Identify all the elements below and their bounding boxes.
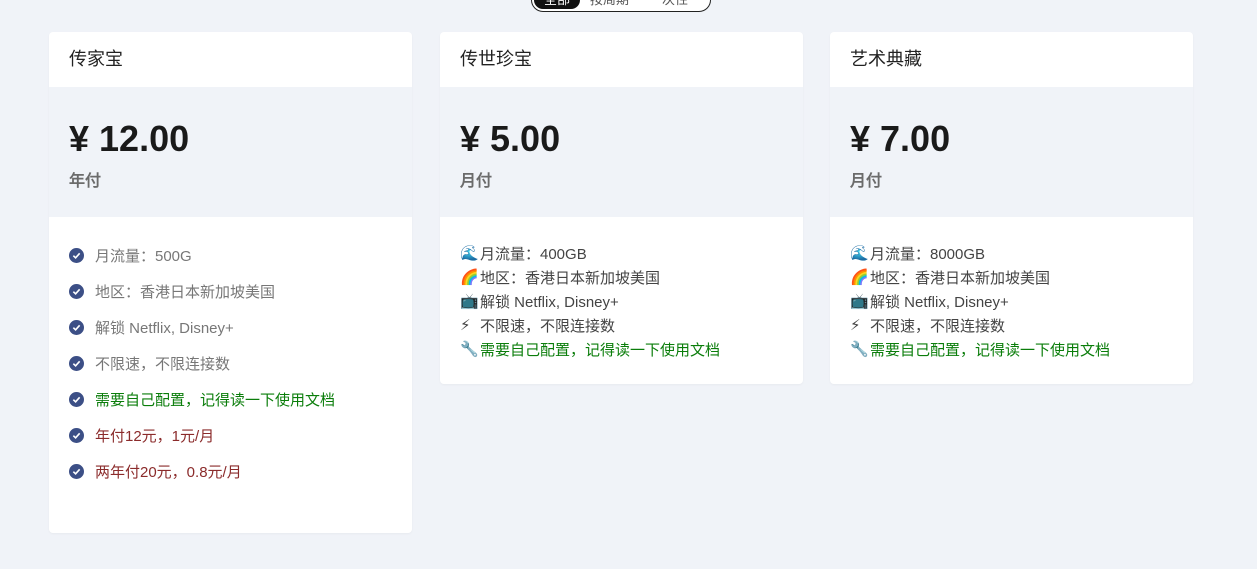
filter-all[interactable]: 全部 [534, 0, 581, 9]
feature-text: 需要自己配置，记得读一下使用文档 [480, 341, 721, 359]
feature-item: 🌈 地区：香港日本新加坡美国 [460, 265, 783, 289]
feature-text: 月流量：8000GB [870, 245, 986, 263]
feature-text: 需要自己配置，记得读一下使用文档 [95, 391, 336, 409]
lightning-icon: ⚡ [460, 317, 471, 334]
feature-item: 月流量：500G [69, 237, 392, 273]
tv-icon: 📺 [850, 293, 869, 310]
check-icon [69, 463, 84, 479]
check-icon [69, 247, 84, 263]
feature-item: 年付12元，1元/月 [69, 417, 392, 453]
feature-list: 🌊 月流量：400GB 🌈 地区：香港日本新加坡美国 📺 解锁 Netflix,… [440, 217, 803, 361]
wrench-icon: 🔧 [850, 341, 869, 358]
feature-list: 月流量：500G 地区：香港日本新加坡美国 解锁 Netflix, Disney… [49, 217, 412, 489]
feature-text: 地区：香港日本新加坡美国 [870, 269, 1051, 287]
feature-item: 不限速，不限连接数 [69, 345, 392, 381]
plan-period: 月付 [460, 173, 493, 190]
feature-text: 不限速，不限连接数 [870, 317, 1006, 335]
price-block: ¥ 12.00 年付 [49, 87, 412, 217]
feature-text: 年付12元，1元/月 [95, 427, 215, 445]
feature-text: 月流量：500G [95, 247, 192, 265]
rainbow-icon: 🌈 [850, 269, 869, 286]
feature-text: 不限速，不限连接数 [95, 355, 231, 373]
feature-text: 解锁 Netflix, Disney+ [95, 319, 234, 337]
check-icon [69, 391, 84, 407]
feature-item: 📺 解锁 Netflix, Disney+ [850, 289, 1173, 313]
wave-icon: 🌊 [850, 245, 869, 262]
feature-text: 月流量：400GB [480, 245, 587, 263]
check-icon [69, 427, 84, 443]
tv-icon: 📺 [460, 293, 479, 310]
period-filter[interactable]: 全部 按周期 一次性 [531, 0, 711, 12]
plan-title: 传世珍宝 [460, 49, 532, 69]
rainbow-icon: 🌈 [460, 269, 479, 286]
feature-item: 需要自己配置，记得读一下使用文档 [69, 381, 392, 417]
feature-text: 两年付20元，0.8元/月 [95, 463, 242, 481]
plan-price: ¥ 7.00 [850, 118, 951, 159]
price-block: ¥ 5.00 月付 [440, 87, 803, 217]
check-icon [69, 355, 84, 371]
plan-price: ¥ 12.00 [69, 118, 190, 159]
feature-item: 解锁 Netflix, Disney+ [69, 309, 392, 345]
plan-period: 月付 [850, 173, 883, 190]
feature-list: 🌊 月流量：8000GB 🌈 地区：香港日本新加坡美国 📺 解锁 Netflix… [830, 217, 1193, 361]
feature-item: 🔧 需要自己配置，记得读一下使用文档 [850, 337, 1173, 361]
price-block: ¥ 7.00 月付 [830, 87, 1193, 217]
plan-card[interactable]: 传世珍宝 ¥ 5.00 月付 🌊 月流量：400GB 🌈 地区：香港日本新加坡美… [440, 32, 803, 384]
plan-price: ¥ 5.00 [460, 118, 561, 159]
plan-title: 传家宝 [69, 49, 123, 69]
feature-text: 解锁 Netflix, Disney+ [870, 293, 1009, 311]
feature-item: 🌊 月流量：8000GB [850, 241, 1173, 265]
feature-item: 地区：香港日本新加坡美国 [69, 273, 392, 309]
feature-text: 地区：香港日本新加坡美国 [480, 269, 661, 287]
check-icon [69, 319, 84, 335]
feature-item: 两年付20元，0.8元/月 [69, 453, 392, 489]
feature-item: 🌊 月流量：400GB [460, 241, 783, 265]
feature-text: 地区：香港日本新加坡美国 [95, 283, 276, 301]
feature-text: 解锁 Netflix, Disney+ [480, 293, 619, 311]
plan-period: 年付 [69, 173, 102, 190]
plan-title: 艺术典藏 [850, 49, 922, 69]
filter-onetime[interactable]: 一次性 [639, 0, 698, 9]
filter-periodic[interactable]: 按周期 [580, 0, 639, 9]
feature-item: 📺 解锁 Netflix, Disney+ [460, 289, 783, 313]
plan-card[interactable]: 传家宝 ¥ 12.00 年付 月流量：500G 地区：香港日本新加坡美国 解锁 … [49, 32, 412, 533]
wave-icon: 🌊 [460, 245, 479, 262]
feature-text: 需要自己配置，记得读一下使用文档 [870, 341, 1111, 359]
check-icon [69, 283, 84, 299]
lightning-icon: ⚡ [850, 317, 861, 334]
wrench-icon: 🔧 [460, 341, 479, 358]
feature-item: ⚡ 不限速，不限连接数 [460, 313, 783, 337]
plan-card[interactable]: 艺术典藏 ¥ 7.00 月付 🌊 月流量：8000GB 🌈 地区：香港日本新加坡… [830, 32, 1193, 384]
feature-item: 🌈 地区：香港日本新加坡美国 [850, 265, 1173, 289]
feature-text: 不限速，不限连接数 [480, 317, 616, 335]
feature-item: 🔧 需要自己配置，记得读一下使用文档 [460, 337, 783, 361]
feature-item: ⚡ 不限速，不限连接数 [850, 313, 1173, 337]
